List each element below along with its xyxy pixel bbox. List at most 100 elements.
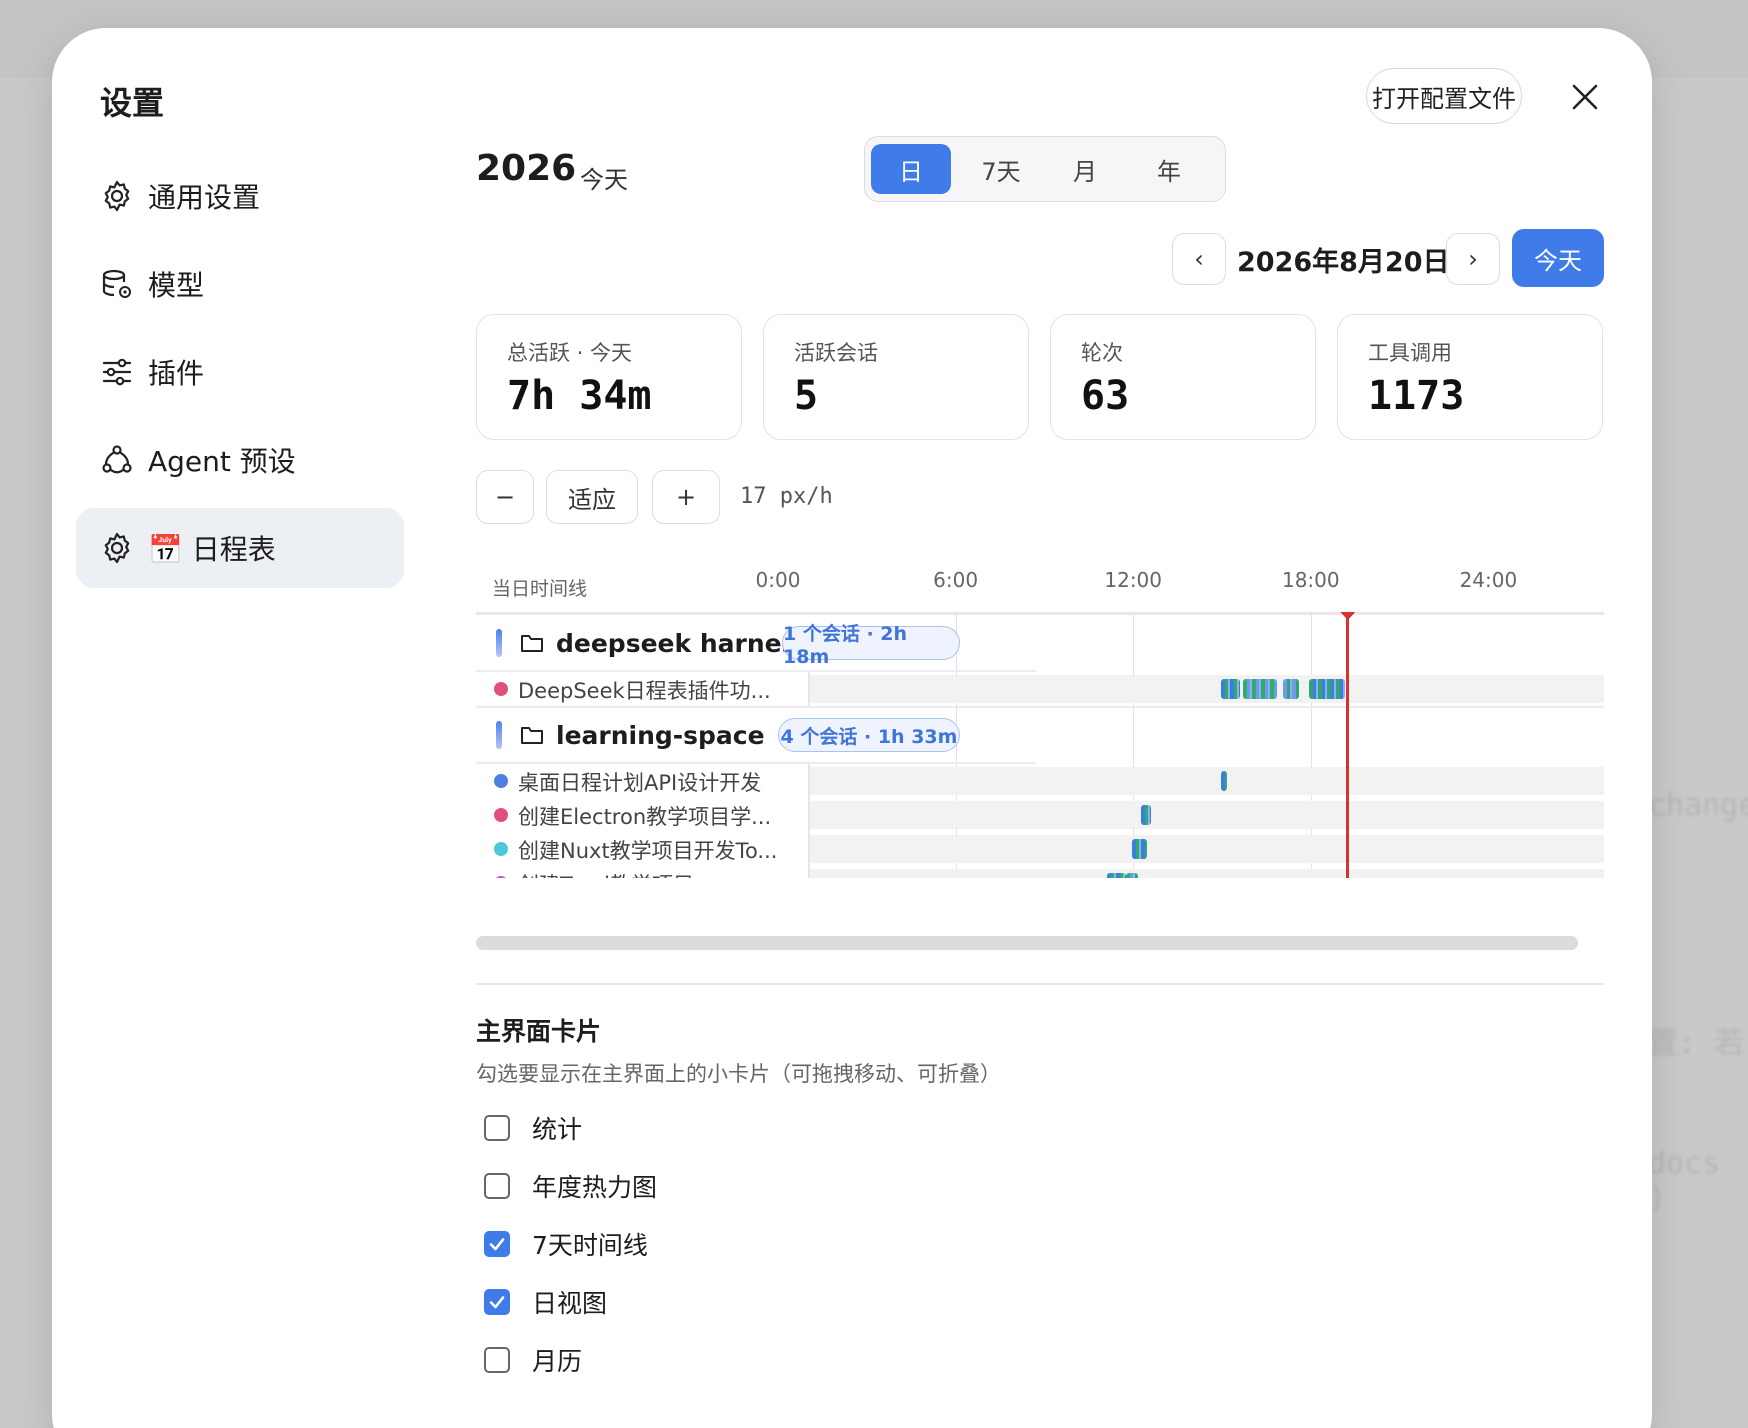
session-activity-bar[interactable] (1282, 679, 1299, 699)
sidebar-item-agent-presets[interactable]: Agent 预设 (76, 420, 404, 500)
tab-day[interactable]: 日 (871, 144, 951, 194)
group-name: learning-space (556, 721, 765, 750)
label-column-separator (808, 764, 810, 798)
group-name: deepseek harness (556, 629, 812, 658)
tab-7days[interactable]: 7天 (961, 144, 1041, 194)
zoom-fit-button[interactable]: 适应 (546, 470, 638, 524)
stat-card-tool-calls: 工具调用 1173 (1337, 314, 1603, 440)
session-activity-bar[interactable] (1242, 679, 1277, 699)
folder-icon (521, 635, 543, 652)
card-option-checkbox[interactable] (484, 1115, 510, 1141)
stat-value: 5 (794, 373, 819, 419)
card-option-row[interactable]: 月历 (484, 1340, 582, 1380)
checkmark-icon (489, 1296, 505, 1309)
session-lane[interactable] (810, 869, 1604, 878)
stat-card-sessions: 活跃会话 5 (763, 314, 1029, 440)
session-lane[interactable] (810, 835, 1604, 863)
session-activity-bar[interactable] (1140, 805, 1151, 825)
card-option-row[interactable]: 统计 (484, 1108, 582, 1148)
prev-date-button[interactable]: ‹ (1172, 233, 1226, 285)
card-option-checkbox[interactable] (484, 1289, 510, 1315)
sidebar-item-model[interactable]: 模型 (76, 244, 404, 324)
session-color-dot (494, 808, 508, 822)
stat-label: 总活跃 · 今天 (507, 341, 633, 365)
database-gear-icon (102, 269, 131, 298)
session-activity-bar[interactable] (1131, 839, 1147, 859)
sidebar-item-label: 📅 日程表 (148, 533, 276, 566)
timeline-group-row[interactable]: learning-space 4 个会话 · 1h 33m (476, 708, 1604, 762)
today-button[interactable]: 今天 (1512, 229, 1604, 287)
timeline-header-divider (476, 612, 1604, 615)
timeline-tick-label: 0:00 (755, 568, 801, 592)
timeline-tick-label: 12:00 (1104, 568, 1163, 592)
tab-month[interactable]: 月 (1045, 144, 1125, 194)
group-badge: 1 个会话 · 2h 18m (782, 623, 960, 668)
gear-icon (104, 532, 130, 564)
card-option-checkbox[interactable] (484, 1173, 510, 1199)
session-lane[interactable] (810, 801, 1604, 829)
session-name[interactable]: 创建Nuxt教学项目开发To... (518, 835, 777, 865)
checkmark-icon (489, 1238, 505, 1251)
schedule-panel: 2026 今天 日 7天 月 年 ‹ 2026年8月20日 › 今天 总活跃 ·… (476, 28, 1612, 1428)
stat-label: 活跃会话 (794, 341, 878, 365)
card-option-label: 月历 (532, 1347, 583, 1376)
zoom-value: 17 px/h (740, 484, 833, 509)
label-column-separator (808, 866, 810, 878)
background-text: 置: 若 (1648, 1026, 1745, 1061)
group-divider (476, 670, 1036, 672)
zoom-in-button[interactable]: + (652, 470, 720, 524)
zoom-out-button[interactable]: − (476, 470, 534, 524)
sidebar-item-plugins[interactable]: 插件 (76, 332, 404, 412)
session-name[interactable]: 创建Tauri教学项目 (518, 869, 694, 878)
card-option-label: 7天时间线 (532, 1231, 648, 1260)
session-activity-bar[interactable] (1220, 679, 1240, 699)
session-color-dot (494, 774, 508, 788)
cards-section-description: 勾选要显示在主界面上的小卡片（可拖拽移动、可折叠） (476, 1062, 1001, 1086)
card-option-row[interactable]: 日视图 (484, 1282, 607, 1322)
sidebar-item-schedule[interactable]: 📅 日程表 (76, 508, 404, 588)
card-option-checkbox[interactable] (484, 1347, 510, 1373)
timeline-group-row[interactable]: deepseek harness 1 个会话 · 2h 18m (476, 616, 1604, 670)
stat-card-active-time: 总活跃 · 今天 7h 34m (476, 314, 742, 440)
group-divider (476, 762, 1036, 764)
label-column-separator (808, 672, 810, 706)
background-text: docs ) (1648, 1146, 1721, 1216)
label-column-separator (808, 832, 810, 866)
current-time-line (1346, 614, 1350, 878)
cards-section-title: 主界面卡片 (476, 1017, 602, 1046)
card-option-label: 日视图 (532, 1289, 608, 1318)
timeline-scrollbar[interactable] (476, 936, 1578, 950)
session-activity-bar[interactable] (1106, 873, 1126, 878)
timeline-header-label: 当日时间线 (492, 578, 588, 600)
session-name[interactable]: 创建Electron教学项目学... (518, 801, 771, 831)
year-title: 2026 (476, 148, 577, 189)
gear-icon (104, 180, 130, 212)
current-date: 2026年8月20日 (1237, 247, 1450, 278)
sliders-icon (102, 358, 132, 386)
stat-value: 7h 34m (507, 373, 652, 419)
group-accent-bar (496, 629, 502, 657)
session-name[interactable]: 桌面日程计划API设计开发 (518, 767, 761, 797)
session-lane[interactable] (810, 675, 1604, 703)
background-text: change (1648, 788, 1748, 823)
year-subtitle: 今天 (580, 166, 628, 194)
sidebar-item-label: 通用设置 (148, 181, 261, 214)
card-option-checkbox[interactable] (484, 1231, 510, 1257)
card-option-row[interactable]: 7天时间线 (484, 1224, 648, 1264)
card-option-row[interactable]: 年度热力图 (484, 1166, 657, 1206)
session-color-dot (494, 682, 508, 696)
session-color-dot (494, 876, 508, 878)
session-activity-bar[interactable] (1125, 873, 1138, 878)
section-divider (476, 983, 1604, 985)
range-tabs: 日 7天 月 年 (864, 136, 1226, 202)
session-activity-bar[interactable] (1220, 771, 1227, 791)
stat-card-turns: 轮次 63 (1050, 314, 1316, 440)
sidebar-item-general[interactable]: 通用设置 (76, 156, 404, 236)
session-activity-bar[interactable] (1309, 679, 1345, 699)
session-name[interactable]: DeepSeek日程表插件功... (518, 675, 771, 705)
tab-year[interactable]: 年 (1129, 144, 1209, 194)
settings-modal: 设置 打开配置文件 通用设置 模型 插件 Agent 预设 📅 日程表 2026… (52, 28, 1652, 1428)
folder-icon (521, 727, 543, 744)
next-date-button[interactable]: › (1446, 233, 1500, 285)
session-lane[interactable] (810, 767, 1604, 795)
